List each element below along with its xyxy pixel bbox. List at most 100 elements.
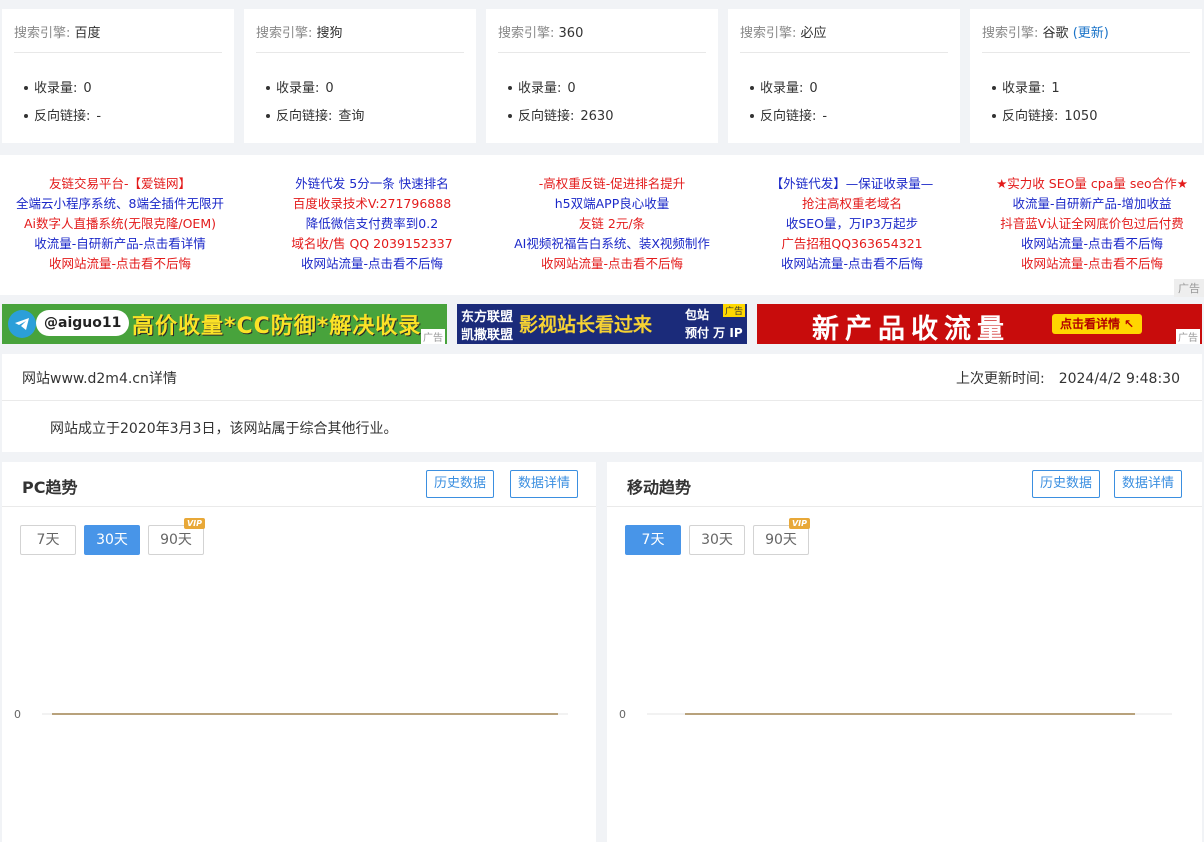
telegram-icon bbox=[8, 310, 36, 338]
index-label: 收录量: bbox=[1002, 81, 1046, 96]
engine-header: 搜索引擎: 谷歌 (更新) bbox=[982, 22, 1190, 53]
backlink-row: 反向链接: 查询 bbox=[266, 105, 364, 124]
site-title: 网站www.d2m4.cn详情 bbox=[22, 371, 177, 387]
index-label: 收录量: bbox=[760, 81, 804, 96]
text-ad-link[interactable]: 友链交易平台-【爱链网】 bbox=[0, 174, 240, 194]
text-ad-link[interactable]: 收网站流量-点击看不后悔 bbox=[972, 234, 1204, 254]
engine-header: 搜索引擎: 必应 bbox=[740, 22, 948, 53]
text-ad-link[interactable]: 抢注高权重老域名 bbox=[732, 194, 972, 214]
text-ad-link[interactable]: 收SEO量，万IP3万起步 bbox=[732, 214, 972, 234]
range-30d-button[interactable]: 30天 bbox=[84, 525, 140, 555]
engine-card-baidu: 搜索引擎: 百度 收录量: 0 反向链接: - bbox=[2, 9, 234, 143]
text-ad-link[interactable]: Ai数字人直播系统(无限克隆/OEM) bbox=[0, 214, 240, 234]
y-tick-label: 0 bbox=[14, 708, 21, 721]
backlink-label: 反向链接: bbox=[518, 109, 575, 124]
backlink-value: 1050 bbox=[1064, 109, 1098, 124]
banner-slogan: 高价收量*CC防御*解决收录 bbox=[132, 314, 422, 339]
engine-name: 360 bbox=[558, 26, 584, 41]
backlink-label: 反向链接: bbox=[760, 109, 817, 124]
engine-label: 搜索引擎: bbox=[14, 26, 71, 41]
text-ad-link[interactable]: 百度收录技术V:271796888 bbox=[252, 194, 492, 214]
history-data-button[interactable]: 历史数据 bbox=[1031, 470, 1100, 498]
banner-line: 东方联盟 bbox=[461, 310, 514, 325]
backlink-label: 反向链接: bbox=[276, 109, 333, 124]
text-ad-link[interactable]: 收流量-自研新产品-点击看详情 bbox=[0, 234, 240, 254]
history-data-button[interactable]: 历史数据 bbox=[425, 470, 494, 498]
engine-label: 搜索引擎: bbox=[498, 26, 555, 41]
backlink-query-link[interactable]: 查询 bbox=[338, 109, 364, 124]
banner-cta-button[interactable]: 点击看详情 ↖ bbox=[1052, 314, 1143, 334]
update-label: 上次更新时间: bbox=[955, 371, 1045, 387]
index-label: 收录量: bbox=[34, 81, 78, 96]
text-ad-column: -高权重反链-促进排名提升 h5双端APP良心收量 友链 2元/条 AI视频祝福告白系… bbox=[492, 174, 732, 274]
vip-badge: VIP bbox=[788, 518, 810, 529]
range-90d-button[interactable]: 90天 VIP bbox=[753, 518, 810, 555]
backlink-value: 2630 bbox=[580, 109, 614, 124]
panel-title: 移动趋势 bbox=[627, 478, 692, 497]
banner-ad-new-product[interactable]: 新产品收流量 点击看详情 ↖ 广告 bbox=[757, 304, 1202, 344]
text-ad-link[interactable]: 域名收/售 QQ 2039152337 bbox=[252, 234, 492, 254]
text-ad-link[interactable]: 收流量-自研新产品-增加收益 bbox=[972, 194, 1204, 214]
text-ad-link[interactable]: 收网站流量-点击看不后悔 bbox=[252, 254, 492, 274]
index-value: 0 bbox=[325, 81, 334, 96]
engine-header: 搜索引擎: 百度 bbox=[14, 22, 222, 53]
index-label: 收录量: bbox=[518, 81, 562, 96]
backlink-value: - bbox=[96, 109, 102, 124]
banner-ad-aiguo[interactable]: @aiguo11 高价收量*CC防御*解决收录 广告 bbox=[2, 304, 447, 344]
range-90d-button[interactable]: 90天 VIP bbox=[148, 518, 205, 555]
text-ad-link[interactable]: 抖音蓝V认证全网底价包过后付费 bbox=[972, 214, 1204, 234]
banner-ad-video-site[interactable]: 东方联盟 凯撒联盟 影视站长看过来 包站 预付 万 IP 广告 bbox=[457, 304, 747, 344]
backlink-label: 反向链接: bbox=[1002, 109, 1059, 124]
range-7d-button[interactable]: 7天 bbox=[20, 525, 76, 555]
update-value: 2024/4/2 9:48:30 bbox=[1058, 371, 1180, 387]
text-ad-link[interactable]: ★实力收 SEO量 cpa量 seo合作★ bbox=[972, 174, 1204, 194]
text-ad-link[interactable]: AI视频祝福告白系统、装X视频制作 bbox=[492, 234, 732, 254]
engine-card-360: 搜索引擎: 360 收录量: 0 反向链接: 2630 bbox=[486, 9, 718, 143]
banner-headline: 新产品收流量 bbox=[812, 314, 1010, 344]
site-description: 网站成立于2020年3月3日，该网站属于综合其他行业。 bbox=[50, 421, 398, 437]
banner-side: 包站 bbox=[685, 308, 710, 322]
text-ad-column: ★实力收 SEO量 cpa量 seo合作★ 收流量-自研新产品-增加收益 抖音蓝V认… bbox=[972, 174, 1204, 274]
index-row: 收录量: 0 bbox=[750, 77, 818, 96]
banner-headline: 影视站长看过来 bbox=[519, 314, 653, 336]
range-label: 90天 bbox=[765, 532, 797, 548]
backlink-label: 反向链接: bbox=[34, 109, 91, 124]
pc-trend-chart: 0 bbox=[14, 708, 568, 721]
index-row: 收录量: 0 bbox=[508, 77, 576, 96]
backlink-value: - bbox=[822, 109, 828, 124]
text-ad-link[interactable]: -高权重反链-促进排名提升 bbox=[492, 174, 732, 194]
text-ad-link[interactable]: h5双端APP良心收量 bbox=[492, 194, 732, 214]
divider bbox=[607, 506, 1202, 507]
y-tick-label: 0 bbox=[619, 708, 626, 721]
backlink-row: 反向链接: - bbox=[750, 105, 827, 124]
data-detail-button[interactable]: 数据详情 bbox=[509, 470, 578, 498]
text-ad-link[interactable]: 收网站流量-点击看不后悔 bbox=[732, 254, 972, 274]
banner-side: 预付 万 IP bbox=[685, 326, 743, 340]
text-ad-link[interactable]: 广告招租QQ363654321 bbox=[732, 234, 972, 254]
text-ad-link[interactable]: 收网站流量-点击看不后悔 bbox=[972, 254, 1204, 274]
text-ad-link[interactable]: 【外链代发】—保证收录量— bbox=[732, 174, 972, 194]
data-detail-button[interactable]: 数据详情 bbox=[1113, 470, 1182, 498]
engine-label: 搜索引擎: bbox=[740, 26, 797, 41]
site-info-panel: 网站www.d2m4.cn详情 上次更新时间: 2024/4/2 9:48:30 … bbox=[2, 354, 1202, 452]
index-row: 收录量: 0 bbox=[266, 77, 334, 96]
engine-label: 搜索引擎: bbox=[982, 26, 1039, 41]
engine-header: 搜索引擎: 搜狗 bbox=[256, 22, 464, 53]
ad-label: 广告 bbox=[722, 304, 745, 317]
text-ad-link[interactable]: 外链代发 5分一条 快速排名 bbox=[252, 174, 492, 194]
backlink-row: 反向链接: 1050 bbox=[992, 105, 1097, 124]
engine-card-bing: 搜索引擎: 必应 收录量: 0 反向链接: - bbox=[728, 9, 960, 143]
text-ad-link[interactable]: 降低微信支付费率到0.2 bbox=[252, 214, 492, 234]
text-ad-link[interactable]: 友链 2元/条 bbox=[492, 214, 732, 234]
divider bbox=[2, 400, 1202, 401]
pc-trend-panel: PC趋势 历史数据 数据详情 7天 30天 90天 VIP 0 bbox=[2, 462, 596, 842]
text-ad-column: 外链代发 5分一条 快速排名 百度收录技术V:271796888 降低微信支付费率到… bbox=[252, 174, 492, 274]
text-ad-link[interactable]: 收网站流量-点击看不后悔 bbox=[492, 254, 732, 274]
range-30d-button[interactable]: 30天 bbox=[689, 525, 745, 555]
ad-label: 广告 bbox=[421, 329, 445, 344]
update-link[interactable]: (更新) bbox=[1073, 26, 1109, 41]
engine-name: 谷歌 bbox=[1042, 26, 1069, 41]
text-ad-link[interactable]: 全端云小程序系统、8端全插件无限开 bbox=[0, 194, 240, 214]
range-7d-button[interactable]: 7天 bbox=[625, 525, 681, 555]
text-ad-link[interactable]: 收网站流量-点击看不后悔 bbox=[0, 254, 240, 274]
